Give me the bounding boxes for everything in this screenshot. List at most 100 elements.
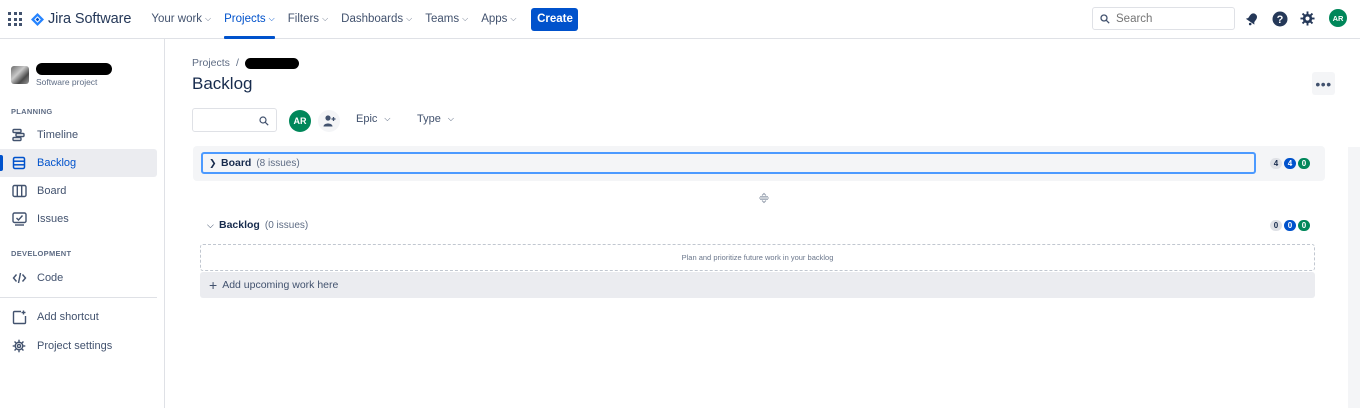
add-shortcut-icon bbox=[11, 309, 27, 325]
todo-count-badge: 4 bbox=[1270, 158, 1282, 169]
search-icon bbox=[259, 116, 269, 126]
issues-icon bbox=[11, 211, 27, 227]
user-avatar[interactable]: AR bbox=[1329, 9, 1347, 27]
sidebar-item-issues[interactable]: Issues bbox=[0, 205, 157, 233]
status-badges: 4 4 0 bbox=[1268, 158, 1310, 169]
nav-label: Projects bbox=[224, 13, 266, 25]
sidebar-divider bbox=[0, 297, 157, 298]
backlog-name: Backlog bbox=[219, 219, 260, 231]
in-progress-count-badge: 4 bbox=[1284, 158, 1296, 169]
sidebar-item-label: Timeline bbox=[37, 129, 79, 141]
nav-filters[interactable]: Filters ⌵ bbox=[288, 0, 328, 39]
nav-label: Your work bbox=[151, 13, 203, 25]
backlog-icon bbox=[11, 155, 27, 171]
sidebar-item-board[interactable]: Board bbox=[0, 177, 157, 205]
chevron-right-icon: ❯ bbox=[209, 157, 217, 168]
chevron-down-icon: ⌵ bbox=[384, 114, 391, 123]
redacted-breadcrumb-project[interactable] bbox=[244, 57, 299, 69]
dropdown-label: Type bbox=[417, 113, 441, 125]
search-icon bbox=[1100, 13, 1110, 24]
code-icon bbox=[11, 270, 27, 286]
settings-icon bbox=[11, 338, 27, 354]
development-section-label: DEVELOPMENT bbox=[11, 249, 72, 258]
todo-count-badge: 0 bbox=[1270, 220, 1282, 231]
scrollbar-track[interactable] bbox=[1348, 147, 1360, 408]
sidebar-item-label: Backlog bbox=[37, 157, 77, 169]
backlog-empty-dropzone: Plan and prioritize future work in your … bbox=[200, 244, 1315, 271]
chevron-down-icon: ⌵ bbox=[406, 14, 413, 23]
nav-label: Teams bbox=[425, 13, 460, 25]
planning-section-label: PLANNING bbox=[11, 107, 53, 116]
empty-backlog-text: Plan and prioritize future work in your … bbox=[681, 253, 834, 262]
backlog-section-header[interactable]: ⌵ Backlog (0 issues) bbox=[207, 219, 308, 231]
search-input[interactable] bbox=[1116, 12, 1226, 25]
nav-teams[interactable]: Teams ⌵ bbox=[425, 0, 468, 39]
timeline-icon bbox=[11, 127, 27, 143]
jira-logo[interactable]: Jira Software bbox=[31, 11, 131, 27]
done-count-badge: 0 bbox=[1298, 158, 1310, 169]
done-count-badge: 0 bbox=[1298, 220, 1310, 231]
type-filter-dropdown[interactable]: Type ⌵ bbox=[417, 113, 454, 125]
chevron-down-icon: ⌵ bbox=[322, 14, 329, 23]
more-actions-button[interactable]: ••• bbox=[1312, 72, 1335, 95]
nav-menu: Your work ⌵ Projects ⌵ Filters ⌵ Dashboards… bbox=[151, 0, 579, 39]
add-person-icon bbox=[323, 115, 335, 127]
chevron-down-icon: ⌵ bbox=[205, 14, 212, 23]
plus-icon: + bbox=[209, 277, 218, 293]
filter-user-avatar[interactable]: AR bbox=[289, 110, 311, 132]
create-button[interactable]: Create bbox=[531, 7, 579, 31]
logo-text: Jira Software bbox=[48, 11, 132, 27]
svg-text:?: ? bbox=[1276, 14, 1283, 26]
board-sprint-header[interactable]: ❯ Board (8 issues) bbox=[201, 152, 1256, 174]
sidebar-item-add-shortcut[interactable]: Add shortcut bbox=[0, 303, 157, 331]
in-progress-count-badge: 0 bbox=[1284, 220, 1296, 231]
sidebar-item-label: Code bbox=[37, 272, 64, 284]
global-search[interactable] bbox=[1092, 7, 1235, 30]
sidebar-item-project-settings[interactable]: Project settings bbox=[0, 332, 157, 360]
sidebar-item-timeline[interactable]: Timeline bbox=[0, 121, 157, 149]
app-switcher-icon[interactable] bbox=[8, 12, 22, 26]
settings-icon[interactable] bbox=[1299, 10, 1316, 27]
add-upcoming-work-button[interactable]: + Add upcoming work here bbox=[200, 272, 1315, 298]
page-title: Backlog bbox=[192, 74, 253, 93]
sidebar-item-label: Board bbox=[37, 185, 67, 197]
chevron-down-icon: ⌵ bbox=[207, 219, 214, 230]
dropdown-label: Epic bbox=[356, 113, 378, 125]
backlog-status-badges: 0 0 0 bbox=[1268, 220, 1310, 231]
nav-label: Dashboards bbox=[341, 13, 404, 25]
breadcrumb-separator: / bbox=[235, 57, 239, 69]
chevron-down-icon: ⌵ bbox=[462, 14, 469, 23]
board-sprint-container: ❯ Board (8 issues) 4 4 0 bbox=[193, 146, 1325, 181]
nav-dashboards[interactable]: Dashboards ⌵ bbox=[341, 0, 412, 39]
backlog-issue-count: (0 issues) bbox=[264, 219, 309, 231]
sprint-name: Board bbox=[221, 157, 252, 169]
sidebar-item-label: Issues bbox=[37, 213, 69, 225]
board-icon bbox=[11, 183, 27, 199]
nav-apps[interactable]: Apps ⌵ bbox=[481, 0, 516, 39]
jira-diamond-icon bbox=[31, 12, 44, 26]
chevron-down-icon: ⌵ bbox=[268, 14, 275, 23]
add-upcoming-work-label: Add upcoming work here bbox=[222, 279, 339, 291]
breadcrumb-projects[interactable]: Projects bbox=[192, 57, 230, 69]
nav-projects[interactable]: Projects ⌵ bbox=[224, 0, 275, 39]
chevron-down-icon: ⌵ bbox=[510, 14, 517, 23]
backlog-search-input[interactable] bbox=[192, 108, 277, 132]
nav-your-work[interactable]: Your work ⌵ bbox=[151, 0, 211, 39]
drag-handle-icon[interactable] bbox=[758, 192, 770, 204]
nav-label: Filters bbox=[287, 13, 320, 25]
sidebar-item-label: Add shortcut bbox=[37, 311, 99, 323]
help-icon[interactable]: ? bbox=[1271, 10, 1288, 27]
project-avatar bbox=[11, 66, 29, 84]
project-sidebar: Software project PLANNING Timeline Backl… bbox=[0, 39, 165, 408]
sidebar-item-code[interactable]: Code bbox=[0, 264, 157, 292]
notifications-icon[interactable] bbox=[1243, 10, 1260, 27]
breadcrumb: Projects / bbox=[192, 57, 299, 69]
chevron-down-icon: ⌵ bbox=[447, 114, 454, 123]
add-people-button[interactable] bbox=[318, 110, 340, 132]
top-navigation: Jira Software Your work ⌵ Projects ⌵ Filte… bbox=[0, 0, 1360, 39]
project-type: Software project bbox=[36, 77, 98, 87]
sidebar-item-backlog[interactable]: Backlog bbox=[0, 149, 157, 177]
epic-filter-dropdown[interactable]: Epic ⌵ bbox=[356, 113, 390, 125]
project-header[interactable]: Software project bbox=[11, 63, 112, 87]
redacted-project-name bbox=[36, 63, 112, 75]
